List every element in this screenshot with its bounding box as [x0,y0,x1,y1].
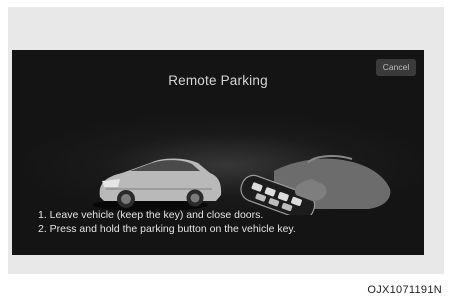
remote-parking-screen: Remote Parking Cancel 1. Leave vehicle (… [12,50,424,255]
screen-title: Remote Parking [168,73,268,88]
instruction-step-2: 2. Press and hold the parking button on … [38,223,296,235]
car-illustration [92,158,222,211]
remote-parking-illustration [92,155,391,215]
instruction-list: 1. Leave vehicle (keep the key) and clos… [38,208,418,236]
cancel-button[interactable]: Cancel [376,59,416,76]
hand-holding-key-icon [240,155,391,215]
instruction-step-1: 1. Leave vehicle (keep the key) and clos… [38,209,264,221]
figure-code: OJX1071191N [367,284,442,296]
